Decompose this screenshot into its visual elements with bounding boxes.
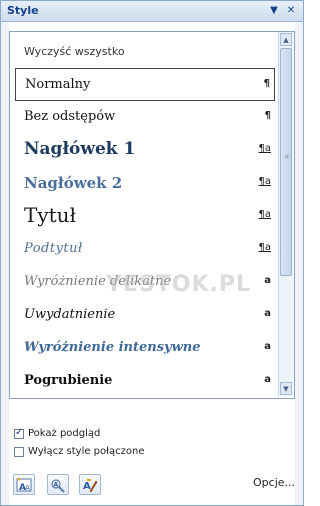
style-item-wyroznienie-intensywne[interactable]: Wyróżnienie intensywne a [15, 332, 275, 365]
character-style-icon: a [264, 275, 271, 286]
pane-right-margin [295, 22, 303, 505]
show-preview-checkbox[interactable] [14, 427, 24, 439]
style-item-uwydatnienie[interactable]: Uwydatnienie a [15, 299, 275, 332]
style-inspector-button[interactable]: A [47, 474, 69, 495]
manage-styles-button[interactable]: A [79, 474, 101, 495]
styles-list: Wyczyść wszystko Normalny ¶ Bez odstępów… [9, 31, 295, 399]
linked-style-icon: ¶a [258, 176, 272, 187]
pane-options-dropdown-icon[interactable]: ▼ [267, 3, 281, 18]
character-style-icon: a [264, 308, 271, 319]
pane-left-margin [1, 22, 9, 505]
scroll-down-arrow-icon[interactable]: ▼ [280, 382, 292, 395]
style-item-podtytul[interactable]: Podtytuł ¶a [15, 233, 275, 266]
new-style-button[interactable]: A A [13, 474, 35, 495]
style-item-label: Bez odstępów [24, 109, 116, 124]
scrollbar-thumb[interactable]: ≡ [280, 48, 292, 276]
linked-style-icon: ¶a [258, 143, 272, 154]
style-items: Normalny ¶ Bez odstępów ¶ Nagłówek 1 ¶a … [15, 68, 275, 398]
linked-style-icon: ¶a [258, 242, 272, 253]
manage-styles-icon: A [83, 479, 98, 493]
character-style-icon: a [264, 374, 271, 385]
paragraph-style-icon: ¶ [263, 78, 270, 89]
style-item-label: Pogrubienie [24, 373, 113, 388]
linked-style-icon: ¶a [258, 209, 272, 220]
style-item-tytul[interactable]: Tytuł ¶a [15, 200, 275, 233]
style-item-label: Normalny [25, 77, 91, 92]
svg-text:A: A [54, 482, 59, 489]
clear-all-item[interactable]: Wyczyść wszystko [24, 45, 125, 58]
watermark: YESTOK.PL [106, 272, 252, 297]
show-preview-label: Pokaż podgląd [28, 428, 101, 439]
style-item-naglowek-2[interactable]: Nagłówek 2 ¶a [15, 167, 275, 200]
styles-pane: Style ▼ ✕ Wyczyść wszystko Normalny ¶ Be… [0, 0, 304, 506]
style-item-label: Wyróżnienie intensywne [24, 340, 201, 355]
paragraph-style-icon: ¶ [264, 110, 271, 121]
vertical-scrollbar[interactable]: ▲ ≡ ▼ [278, 32, 293, 396]
disable-linked-styles-label: Wyłącz style połączone [28, 446, 145, 457]
svg-text:A: A [25, 484, 30, 492]
style-item-label: Podtytuł [24, 241, 83, 256]
disable-linked-styles-checkbox[interactable] [14, 447, 24, 457]
options-link[interactable]: Opcje... [253, 476, 295, 489]
style-item-label: Tytuł [24, 203, 77, 227]
grip-icon: ≡ [284, 153, 290, 160]
new-style-icon: A A [16, 478, 32, 493]
style-inspector-icon: A [51, 479, 65, 493]
svg-text:A: A [83, 481, 91, 492]
pane-title: Style [7, 4, 39, 17]
style-item-label: Uwydatnienie [24, 307, 116, 322]
style-item-label: Nagłówek 1 [24, 139, 136, 159]
close-icon[interactable]: ✕ [284, 3, 298, 18]
style-item-label: Nagłówek 2 [24, 174, 123, 192]
style-item-normalny[interactable]: Normalny ¶ [15, 68, 275, 101]
style-item-pogrubienie[interactable]: Pogrubienie a [15, 365, 275, 398]
scroll-up-arrow-icon[interactable]: ▲ [280, 33, 292, 46]
character-style-icon: a [264, 341, 271, 352]
style-item-bez-odstepow[interactable]: Bez odstępów ¶ [15, 101, 275, 134]
pane-titlebar: Style ▼ ✕ [1, 1, 303, 22]
style-item-naglowek-1[interactable]: Nagłówek 1 ¶a [15, 134, 275, 167]
